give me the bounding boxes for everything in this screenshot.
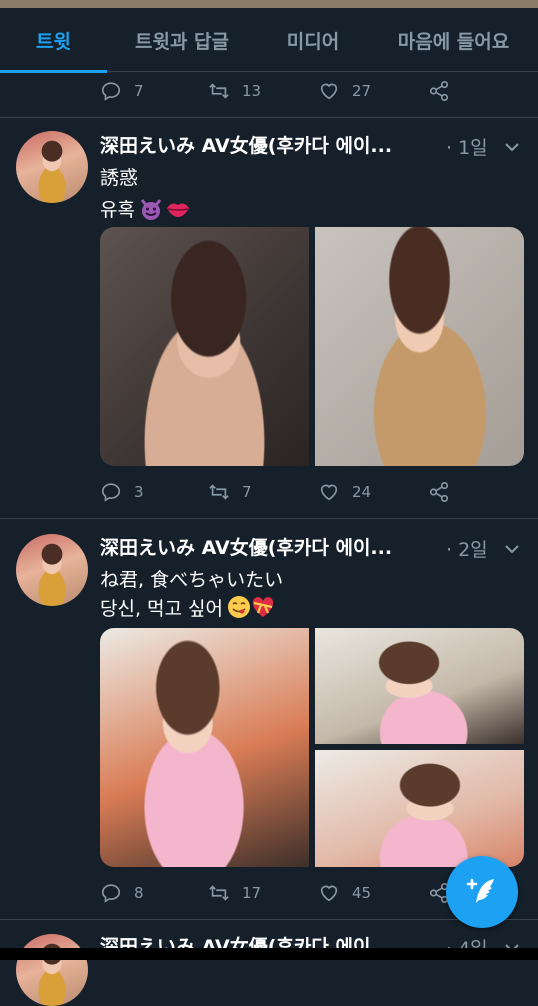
share-button[interactable] bbox=[428, 481, 450, 503]
author-name[interactable]: 深田えいみ AV女優(후카다 에이... bbox=[100, 131, 430, 161]
tab-tweets[interactable]: 트윗 bbox=[0, 8, 107, 73]
retweet-icon bbox=[209, 83, 229, 99]
compose-tweet-icon bbox=[466, 878, 494, 903]
navigation-bar bbox=[0, 948, 538, 960]
tweet-time[interactable]: · 1일 bbox=[446, 133, 488, 160]
tweet-text-line: 유혹 bbox=[100, 199, 135, 221]
tweet-photo[interactable] bbox=[100, 227, 309, 466]
tweet-actions: 7 13 27 bbox=[100, 78, 520, 104]
reply-count: 8 bbox=[134, 884, 144, 902]
media-grid bbox=[100, 227, 524, 466]
reply-icon bbox=[101, 483, 121, 502]
like-button[interactable]: 24 bbox=[318, 481, 371, 503]
chevron-down-icon[interactable] bbox=[502, 137, 522, 157]
chevron-down-icon[interactable] bbox=[502, 539, 522, 559]
reply-count: 7 bbox=[134, 82, 144, 100]
share-icon bbox=[429, 81, 449, 101]
tweet-text-line: 誘惑 bbox=[100, 167, 139, 189]
retweet-button[interactable]: 13 bbox=[208, 80, 261, 102]
smiling-devil-emoji-icon bbox=[140, 199, 162, 220]
reply-icon bbox=[101, 884, 121, 903]
tab-likes[interactable]: 마음에 들어요 bbox=[369, 8, 538, 72]
tweet-text-line-with-emoji: 유혹 bbox=[100, 195, 191, 222]
tweet-actions: 3 7 24 bbox=[100, 479, 520, 505]
tweet-photo[interactable] bbox=[315, 227, 524, 466]
heart-with-ribbon-emoji-icon bbox=[252, 597, 274, 617]
reply-icon bbox=[101, 82, 121, 101]
retweet-count: 7 bbox=[242, 483, 252, 501]
tweet-photo[interactable] bbox=[315, 628, 524, 744]
tab-tweets-and-replies[interactable]: 트윗과 답글 bbox=[107, 8, 257, 72]
reply-button[interactable]: 3 bbox=[100, 481, 144, 503]
status-strip bbox=[0, 0, 538, 8]
avatar[interactable] bbox=[16, 934, 88, 1006]
like-button[interactable]: 27 bbox=[318, 80, 371, 102]
heart-icon bbox=[320, 885, 338, 902]
heart-icon bbox=[320, 83, 338, 100]
media-grid bbox=[100, 628, 524, 867]
retweet-icon bbox=[209, 484, 229, 500]
profile-tabs: 트윗 트윗과 답글 미디어 마음에 들어요 bbox=[0, 8, 538, 73]
tab-media[interactable]: 미디어 bbox=[257, 8, 369, 72]
author-name[interactable]: 深田えいみ AV女優(후카다 에이... bbox=[100, 533, 430, 563]
like-count: 24 bbox=[352, 483, 372, 501]
avatar[interactable] bbox=[16, 131, 88, 203]
tweet-photo[interactable] bbox=[315, 750, 524, 867]
share-button[interactable] bbox=[428, 80, 450, 102]
compose-tweet-button[interactable] bbox=[446, 856, 518, 928]
kiss-lips-emoji-icon bbox=[166, 203, 189, 217]
like-count: 45 bbox=[352, 884, 372, 902]
like-button[interactable]: 45 bbox=[318, 882, 371, 904]
tweet-time[interactable]: · 2일 bbox=[446, 535, 488, 562]
retweet-button[interactable]: 17 bbox=[208, 882, 261, 904]
reply-count: 3 bbox=[134, 483, 144, 501]
tweet-photo[interactable] bbox=[100, 628, 309, 867]
reply-button[interactable]: 8 bbox=[100, 882, 144, 904]
divider bbox=[0, 117, 538, 118]
tweet-text-line-with-emoji: 당신, 먹고 싶어 bbox=[100, 594, 275, 621]
heart-icon bbox=[320, 484, 338, 501]
retweet-icon bbox=[209, 885, 229, 901]
like-count: 27 bbox=[352, 82, 372, 100]
avatar[interactable] bbox=[16, 534, 88, 606]
tweet-text-line: 당신, 먹고 싶어 bbox=[100, 598, 223, 620]
divider bbox=[0, 919, 538, 920]
face-savoring-food-emoji-icon bbox=[228, 596, 250, 618]
retweet-count: 13 bbox=[242, 82, 262, 100]
share-icon bbox=[429, 482, 449, 502]
retweet-count: 17 bbox=[242, 884, 262, 902]
retweet-button[interactable]: 7 bbox=[208, 481, 252, 503]
divider bbox=[0, 518, 538, 519]
tweet-text-line: ね君, 食べちゃいたい bbox=[100, 569, 284, 591]
reply-button[interactable]: 7 bbox=[100, 80, 144, 102]
